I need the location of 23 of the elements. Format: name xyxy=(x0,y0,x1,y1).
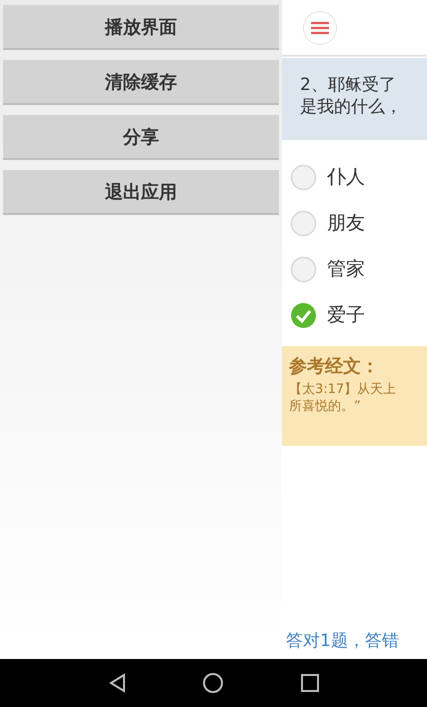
menu-button[interactable] xyxy=(303,10,337,44)
reference-text: 【太3:17】从天上 xyxy=(289,381,398,398)
back-icon[interactable] xyxy=(108,673,126,693)
reference-text: 所喜悦的。” xyxy=(289,398,362,415)
drawer-menu-item[interactable]: 退出应用 xyxy=(3,170,279,215)
radio-icon[interactable] xyxy=(290,256,317,282)
home-icon[interactable] xyxy=(202,672,224,694)
drawer-menu-item[interactable]: 分享 xyxy=(3,115,279,160)
option-label[interactable]: 朋友 xyxy=(327,210,365,236)
option-label[interactable]: 爱子 xyxy=(327,302,365,328)
option-label[interactable]: 管家 xyxy=(327,256,365,282)
reference-title: 参考经文： xyxy=(289,355,380,378)
question-text: 2、耶稣受了 xyxy=(300,74,397,96)
check-radio-icon[interactable] xyxy=(290,302,317,328)
drawer-menu-item[interactable]: 播放界面 xyxy=(3,5,279,50)
option-label[interactable]: 仆人 xyxy=(327,164,365,190)
drawer-menu-item[interactable]: 清除缓存 xyxy=(3,60,279,105)
radio-icon[interactable] xyxy=(290,210,317,236)
question-text: 是我的什么， xyxy=(300,96,403,118)
score-text: 答对1题，答错 xyxy=(286,630,399,652)
recents-icon[interactable] xyxy=(300,674,319,692)
radio-icon[interactable] xyxy=(290,164,317,190)
menu-icon xyxy=(311,20,329,34)
